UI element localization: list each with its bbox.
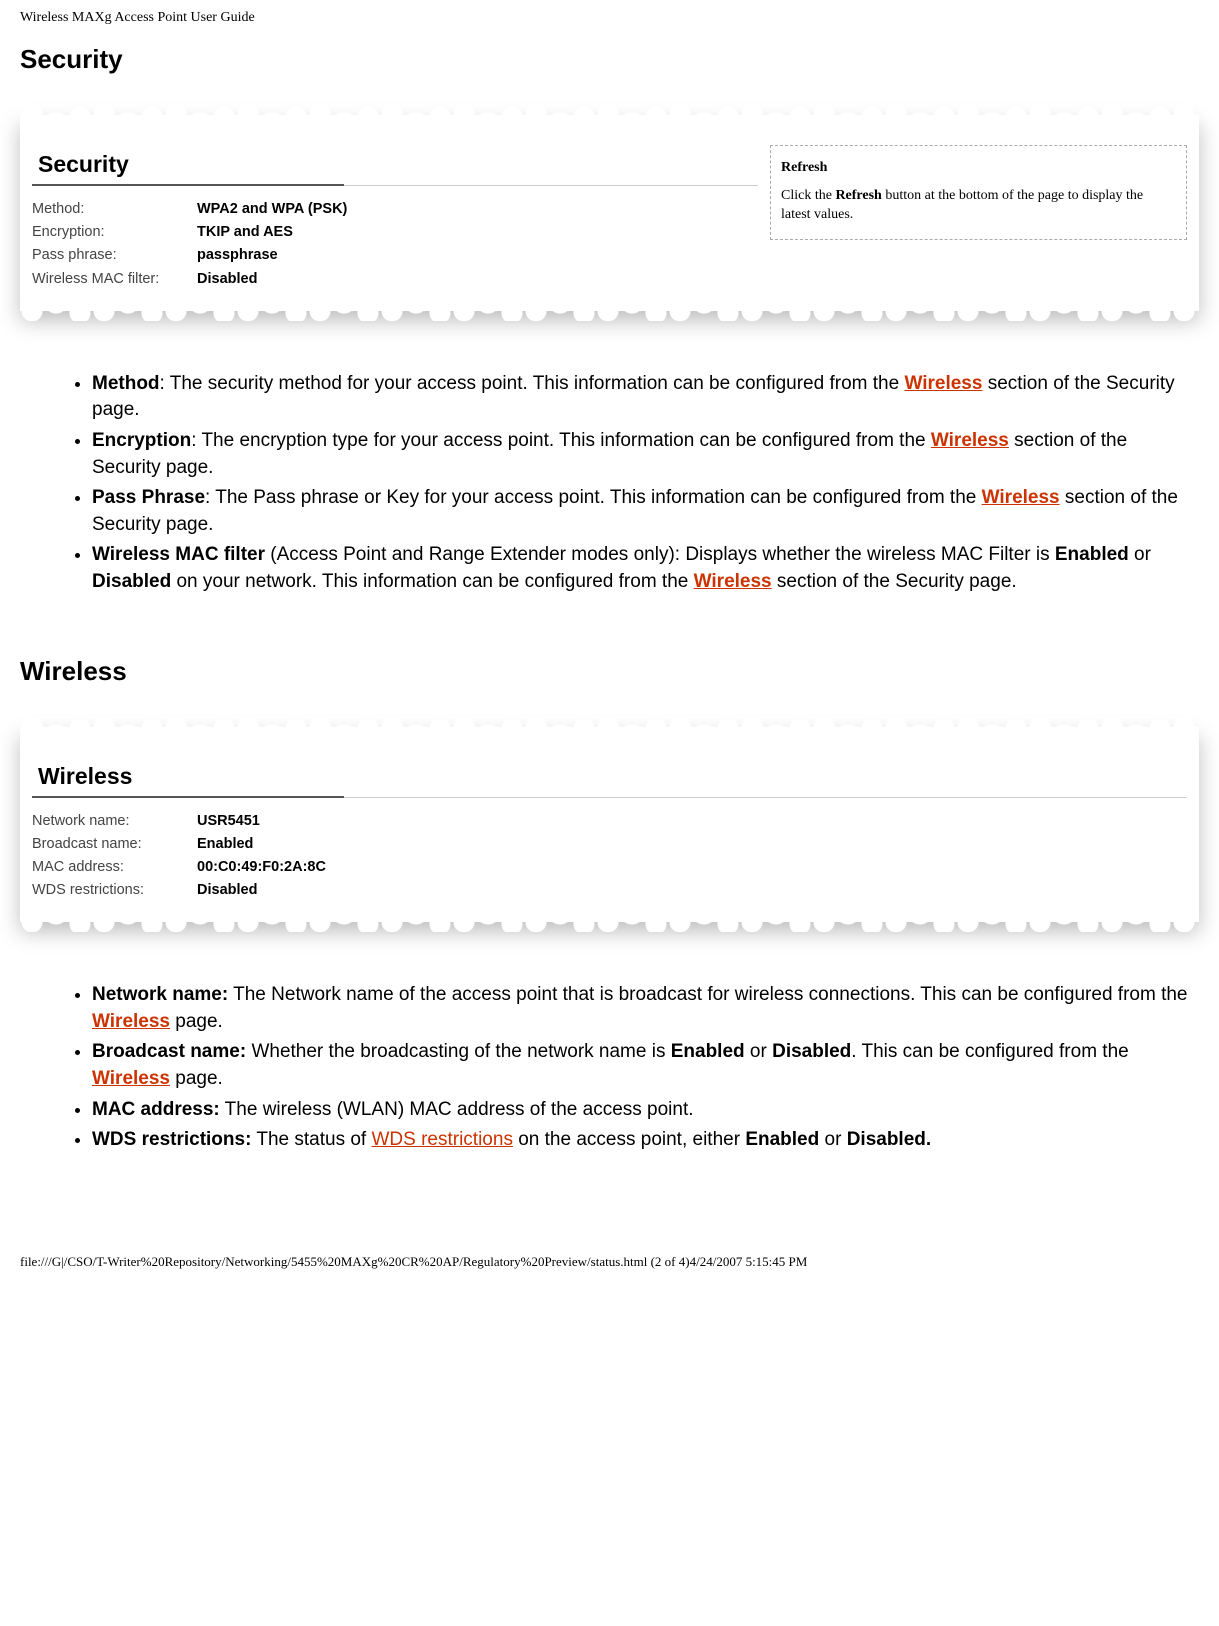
row-wds-restrictions: WDS restrictions: Disabled bbox=[32, 879, 1187, 902]
security-panel-title: Security bbox=[32, 145, 344, 186]
wireless-panel-title: Wireless bbox=[32, 757, 344, 798]
wireless-link[interactable]: Wireless bbox=[982, 487, 1060, 508]
footer-path: file:///G|/CSO/T-Writer%20Repository/Net… bbox=[20, 1254, 1199, 1270]
bullet-method: Method: The security method for your acc… bbox=[92, 371, 1199, 424]
refresh-callout: Refresh Click the Refresh button at the … bbox=[770, 145, 1187, 240]
wireless-link[interactable]: Wireless bbox=[92, 1068, 170, 1089]
document-header: Wireless MAXg Access Point User Guide bbox=[20, 10, 1199, 26]
row-mac-address: MAC address: 00:C0:49:F0:2A:8C bbox=[32, 856, 1187, 879]
security-table: Method: WPA2 and WPA (PSK) Encryption: T… bbox=[32, 198, 758, 291]
bullet-broadcast-name: Broadcast name: Whether the broadcasting… bbox=[92, 1039, 1199, 1092]
wireless-table: Network name: USR5451 Broadcast name: En… bbox=[32, 810, 1187, 903]
row-macfilter: Wireless MAC filter: Disabled bbox=[32, 268, 758, 291]
wireless-link[interactable]: Wireless bbox=[931, 430, 1009, 451]
security-description-list: Method: The security method for your acc… bbox=[20, 371, 1199, 596]
callout-title: Refresh bbox=[781, 158, 1176, 178]
bullet-mac-address: MAC address: The wireless (WLAN) MAC add… bbox=[92, 1097, 1199, 1124]
callout-text: Click the Refresh button at the bottom o… bbox=[781, 186, 1176, 225]
bullet-macfilter: Wireless MAC filter (Access Point and Ra… bbox=[92, 542, 1199, 595]
row-broadcast-name: Broadcast name: Enabled bbox=[32, 833, 1187, 856]
row-passphrase: Pass phrase: passphrase bbox=[32, 244, 758, 267]
row-encryption: Encryption: TKIP and AES bbox=[32, 221, 758, 244]
bullet-wds-restrictions: WDS restrictions: The status of WDS rest… bbox=[92, 1127, 1199, 1154]
security-heading: Security bbox=[20, 44, 1199, 75]
wireless-link[interactable]: Wireless bbox=[92, 1011, 170, 1032]
wireless-heading: Wireless bbox=[20, 656, 1199, 687]
bullet-passphrase: Pass Phrase: The Pass phrase or Key for … bbox=[92, 485, 1199, 538]
wireless-figure: Wireless Network name: USR5451 Broadcast… bbox=[20, 727, 1199, 943]
wireless-link[interactable]: Wireless bbox=[694, 571, 772, 592]
wds-restrictions-link[interactable]: WDS restrictions bbox=[371, 1129, 512, 1150]
security-figure: Security Method: WPA2 and WPA (PSK) Encr… bbox=[20, 115, 1199, 331]
wireless-description-list: Network name: The Network name of the ac… bbox=[20, 982, 1199, 1154]
bullet-network-name: Network name: The Network name of the ac… bbox=[92, 982, 1199, 1035]
row-method: Method: WPA2 and WPA (PSK) bbox=[32, 198, 758, 221]
wireless-link[interactable]: Wireless bbox=[904, 373, 982, 394]
row-network-name: Network name: USR5451 bbox=[32, 810, 1187, 833]
bullet-encryption: Encryption: The encryption type for your… bbox=[92, 428, 1199, 481]
